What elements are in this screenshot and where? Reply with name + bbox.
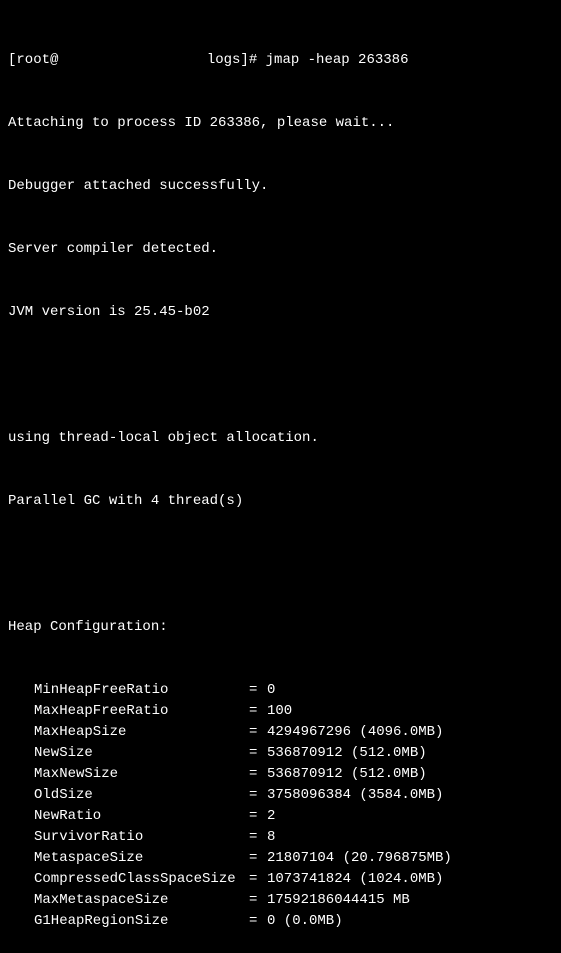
config-value: 100	[267, 701, 292, 722]
config-key: OldSize	[34, 785, 249, 806]
config-row: MinHeapFreeRatio= 0	[8, 680, 553, 701]
indent	[8, 806, 34, 827]
config-value: 1073741824 (1024.0MB)	[267, 869, 443, 890]
config-row: MaxNewSize= 536870912 (512.0MB)	[8, 764, 553, 785]
config-value: 2	[267, 806, 275, 827]
config-row: NewRatio= 2	[8, 806, 553, 827]
config-row: CompressedClassSpaceSize= 1073741824 (10…	[8, 869, 553, 890]
indent	[8, 764, 34, 785]
config-row: OldSize= 3758096384 (3584.0MB)	[8, 785, 553, 806]
equals-sign: =	[249, 764, 267, 785]
prompt-user-host-prefix: [root@	[8, 50, 58, 71]
config-row: NewSize= 536870912 (512.0MB)	[8, 743, 553, 764]
config-value: 536870912 (512.0MB)	[267, 764, 427, 785]
indent	[8, 827, 34, 848]
config-value: 17592186044415 MB	[267, 890, 410, 911]
config-key: NewSize	[34, 743, 249, 764]
config-key: MaxMetaspaceSize	[34, 890, 249, 911]
config-row: G1HeapRegionSize= 0 (0.0MB)	[8, 911, 553, 932]
redacted-hostname	[58, 50, 198, 71]
equals-sign: =	[249, 785, 267, 806]
equals-sign: =	[249, 722, 267, 743]
config-value: 536870912 (512.0MB)	[267, 743, 427, 764]
config-key: CompressedClassSpaceSize	[34, 869, 249, 890]
config-key: MaxHeapFreeRatio	[34, 701, 249, 722]
indent	[8, 722, 34, 743]
terminal-output: [root@ logs]# jmap -heap 263386 Attachin…	[8, 8, 553, 953]
indent	[8, 869, 34, 890]
indent	[8, 890, 34, 911]
indent	[8, 743, 34, 764]
equals-sign: =	[249, 827, 267, 848]
attaching-message: Attaching to process ID 263386, please w…	[8, 113, 553, 134]
config-value: 21807104 (20.796875MB)	[267, 848, 452, 869]
equals-sign: =	[249, 890, 267, 911]
heap-config-header: Heap Configuration:	[8, 617, 553, 638]
equals-sign: =	[249, 701, 267, 722]
config-key: SurvivorRatio	[34, 827, 249, 848]
equals-sign: =	[249, 743, 267, 764]
config-key: MinHeapFreeRatio	[34, 680, 249, 701]
blank-line	[8, 554, 553, 575]
gc-info-message: Parallel GC with 4 thread(s)	[8, 491, 553, 512]
indent	[8, 680, 34, 701]
config-row: MaxMetaspaceSize= 17592186044415 MB	[8, 890, 553, 911]
command: jmap -heap 263386	[266, 50, 409, 71]
config-row: MetaspaceSize= 21807104 (20.796875MB)	[8, 848, 553, 869]
config-value: 4294967296 (4096.0MB)	[267, 722, 443, 743]
equals-sign: =	[249, 848, 267, 869]
config-row: MaxHeapFreeRatio= 100	[8, 701, 553, 722]
equals-sign: =	[249, 911, 267, 932]
config-value: 0 (0.0MB)	[267, 911, 343, 932]
equals-sign: =	[249, 869, 267, 890]
config-value: 0	[267, 680, 275, 701]
indent	[8, 701, 34, 722]
jvm-version-message: JVM version is 25.45-b02	[8, 302, 553, 323]
heap-config-table: MinHeapFreeRatio= 0 MaxHeapFreeRatio= 10…	[8, 680, 553, 932]
config-value: 3758096384 (3584.0MB)	[267, 785, 443, 806]
indent	[8, 848, 34, 869]
allocation-message: using thread-local object allocation.	[8, 428, 553, 449]
indent	[8, 785, 34, 806]
equals-sign: =	[249, 806, 267, 827]
command-prompt-line: [root@ logs]# jmap -heap 263386	[8, 50, 553, 71]
blank-line	[8, 365, 553, 386]
config-key: MaxNewSize	[34, 764, 249, 785]
config-key: MetaspaceSize	[34, 848, 249, 869]
config-key: G1HeapRegionSize	[34, 911, 249, 932]
compiler-message: Server compiler detected.	[8, 239, 553, 260]
command-text	[257, 50, 265, 71]
config-key: NewRatio	[34, 806, 249, 827]
prompt-cwd-suffix: logs]#	[198, 50, 257, 71]
indent	[8, 911, 34, 932]
config-value: 8	[267, 827, 275, 848]
equals-sign: =	[249, 680, 267, 701]
debugger-message: Debugger attached successfully.	[8, 176, 553, 197]
config-row: MaxHeapSize= 4294967296 (4096.0MB)	[8, 722, 553, 743]
config-row: SurvivorRatio= 8	[8, 827, 553, 848]
config-key: MaxHeapSize	[34, 722, 249, 743]
